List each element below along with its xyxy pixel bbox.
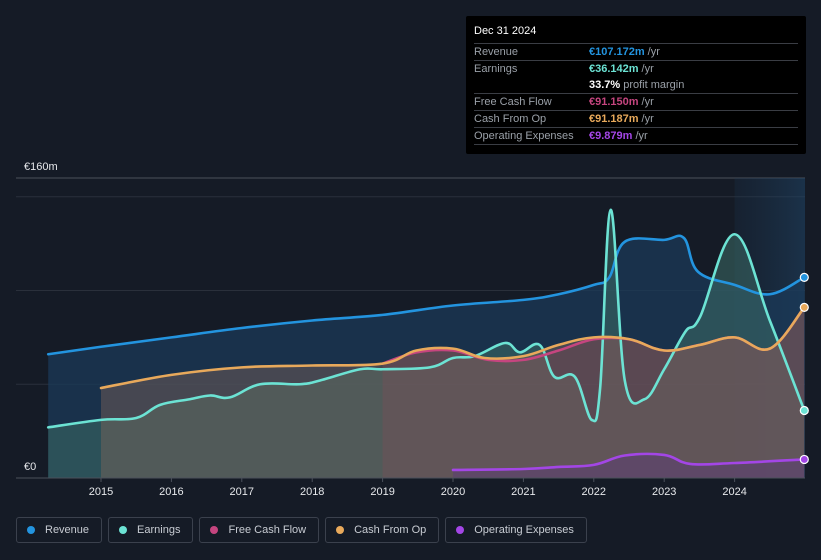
tooltip-value: €107.172m (589, 46, 645, 58)
tooltip-unit: profit margin (623, 79, 685, 91)
legend-label: Cash From Op (354, 524, 427, 536)
end-marker-cash-from-op (799, 302, 809, 312)
tooltip-label: Earnings (474, 63, 518, 75)
legend-dot-icon (210, 526, 219, 534)
tooltip-row-free-cash-flow: Free Cash Flow €91.150m /yr (474, 93, 798, 110)
tooltip-panel: Dec 31 2024 Revenue €107.172m /yr Earnin… (466, 16, 806, 154)
legend-item-earnings[interactable]: Earnings (108, 517, 194, 543)
x-tick-label: 2024 (722, 486, 746, 498)
x-tick-label: 2016 (159, 486, 183, 498)
legend-label: Revenue (45, 524, 90, 536)
tooltip-divider (474, 144, 798, 149)
x-axis: 2015 2016 2017 2018 2019 2020 2021 2022 2023 2024 (16, 477, 805, 498)
end-marker-operating-expenses (799, 454, 809, 465)
x-tick-label: 2023 (652, 486, 676, 498)
tooltip-value: €91.187m (589, 113, 639, 125)
tooltip-row-revenue: Revenue €107.172m /yr (474, 43, 798, 60)
legend-item-cash-from-op[interactable]: Cash From Op (325, 517, 440, 543)
legend-item-operating-expenses[interactable]: Operating Expenses (445, 517, 587, 543)
legend-label: Operating Expenses (474, 524, 574, 536)
x-tick-label: 2022 (582, 486, 606, 498)
legend-dot-icon (119, 526, 128, 534)
legend-item-revenue[interactable]: Revenue (16, 517, 103, 543)
tooltip-label: Free Cash Flow (474, 96, 552, 108)
tooltip-value: 33.7% (589, 79, 621, 91)
tooltip-row-earnings: Earnings €36.142m /yr (474, 60, 798, 77)
x-tick-label: 2018 (300, 486, 324, 498)
legend-label: Free Cash Flow (228, 524, 307, 536)
tooltip-row-operating-expenses: Operating Expenses €9.879m /yr (474, 127, 798, 144)
legend-dot-icon (27, 526, 35, 534)
tooltip-row-cash-from-op: Cash From Op €91.187m /yr (474, 110, 798, 127)
tooltip-row-profit-margin: 33.7% profit margin (474, 77, 798, 93)
tooltip-unit: /yr (641, 113, 654, 125)
end-marker-revenue (799, 272, 809, 282)
tooltip-unit: /yr (635, 130, 648, 142)
tooltip-unit: /yr (641, 96, 654, 108)
tooltip-date: Dec 31 2024 (474, 25, 537, 37)
tooltip-unit: /yr (647, 46, 660, 58)
legend-dot-icon (336, 526, 345, 534)
x-tick-label: 2019 (370, 486, 394, 498)
tooltip-value: €9.879m (589, 130, 633, 142)
legend-label: Earnings (137, 524, 181, 536)
tooltip-label: Operating Expenses (474, 130, 574, 142)
tooltip-unit: /yr (641, 63, 654, 75)
tooltip-label (474, 77, 589, 93)
y-tick-label-max: €160m (24, 161, 58, 173)
x-tick-label: 2017 (230, 486, 254, 498)
series-areas (48, 209, 805, 478)
legend-item-free-cash-flow[interactable]: Free Cash Flow (199, 517, 320, 543)
tooltip-value: €91.150m (589, 96, 639, 108)
y-tick-label-zero: €0 (24, 461, 36, 473)
x-tick-label: 2020 (441, 486, 465, 498)
x-tick-label: 2021 (511, 486, 535, 498)
legend-dot-icon (456, 526, 465, 534)
tooltip-label: Revenue (474, 46, 519, 58)
x-tick-label: 2015 (89, 486, 113, 498)
chart-legend: Revenue Earnings Free Cash Flow Cash Fro… (16, 517, 593, 543)
end-marker-earnings (799, 405, 809, 416)
tooltip-value: €36.142m (589, 63, 639, 75)
tooltip-label: Cash From Op (474, 113, 547, 125)
